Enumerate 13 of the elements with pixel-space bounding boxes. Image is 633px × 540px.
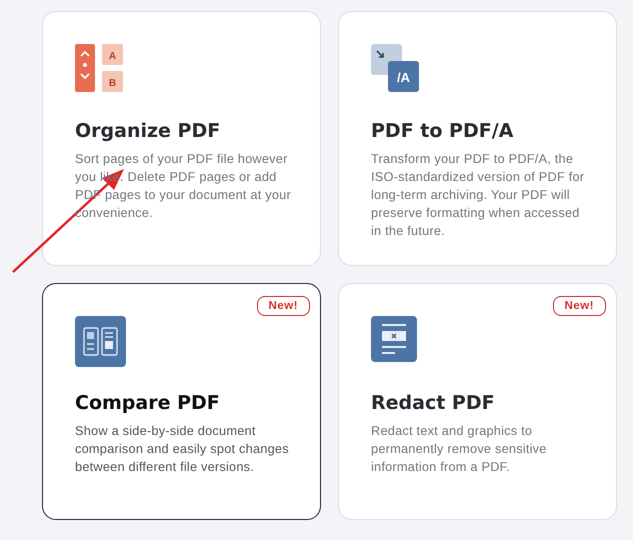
- tool-title: Compare PDF: [75, 392, 221, 414]
- tool-description: Redact text and graphics to permanently remove sensitive information from a PDF.: [371, 422, 548, 476]
- tool-title: Organize PDF: [75, 120, 222, 142]
- tool-card[interactable]: /A PDF to PDF/A Transform your PDF to PDF/A, the ISO-standardized version of PDF for long-term archiving. Your PDF will preserve formatting when accessed in the future.: [338, 11, 617, 266]
- tool-description: Transform your PDF to PDF/A, the ISO-standardized version of PDF for long-term archiving. Your PDF will preserve formatting when accessed in the future.: [371, 150, 586, 240]
- tool-title: PDF to PDF/A: [371, 120, 514, 142]
- new-badge: New!: [552, 296, 606, 316]
- new-badge: New!: [256, 296, 310, 316]
- tool-card[interactable]: New! Compare PDF Show a side-by-side document comparison and easily spot changes between different file versions.: [42, 283, 321, 520]
- tool-description: Show a side-by-side document comparison and easily spot changes between different file versions.: [75, 422, 290, 476]
- tool-card[interactable]: New! Redact PDF Redact text and graphics to permanently remove sensitive information from a PDF.: [338, 283, 617, 520]
- compare-documents-icon: [75, 316, 127, 368]
- tool-title: Redact PDF: [371, 392, 496, 414]
